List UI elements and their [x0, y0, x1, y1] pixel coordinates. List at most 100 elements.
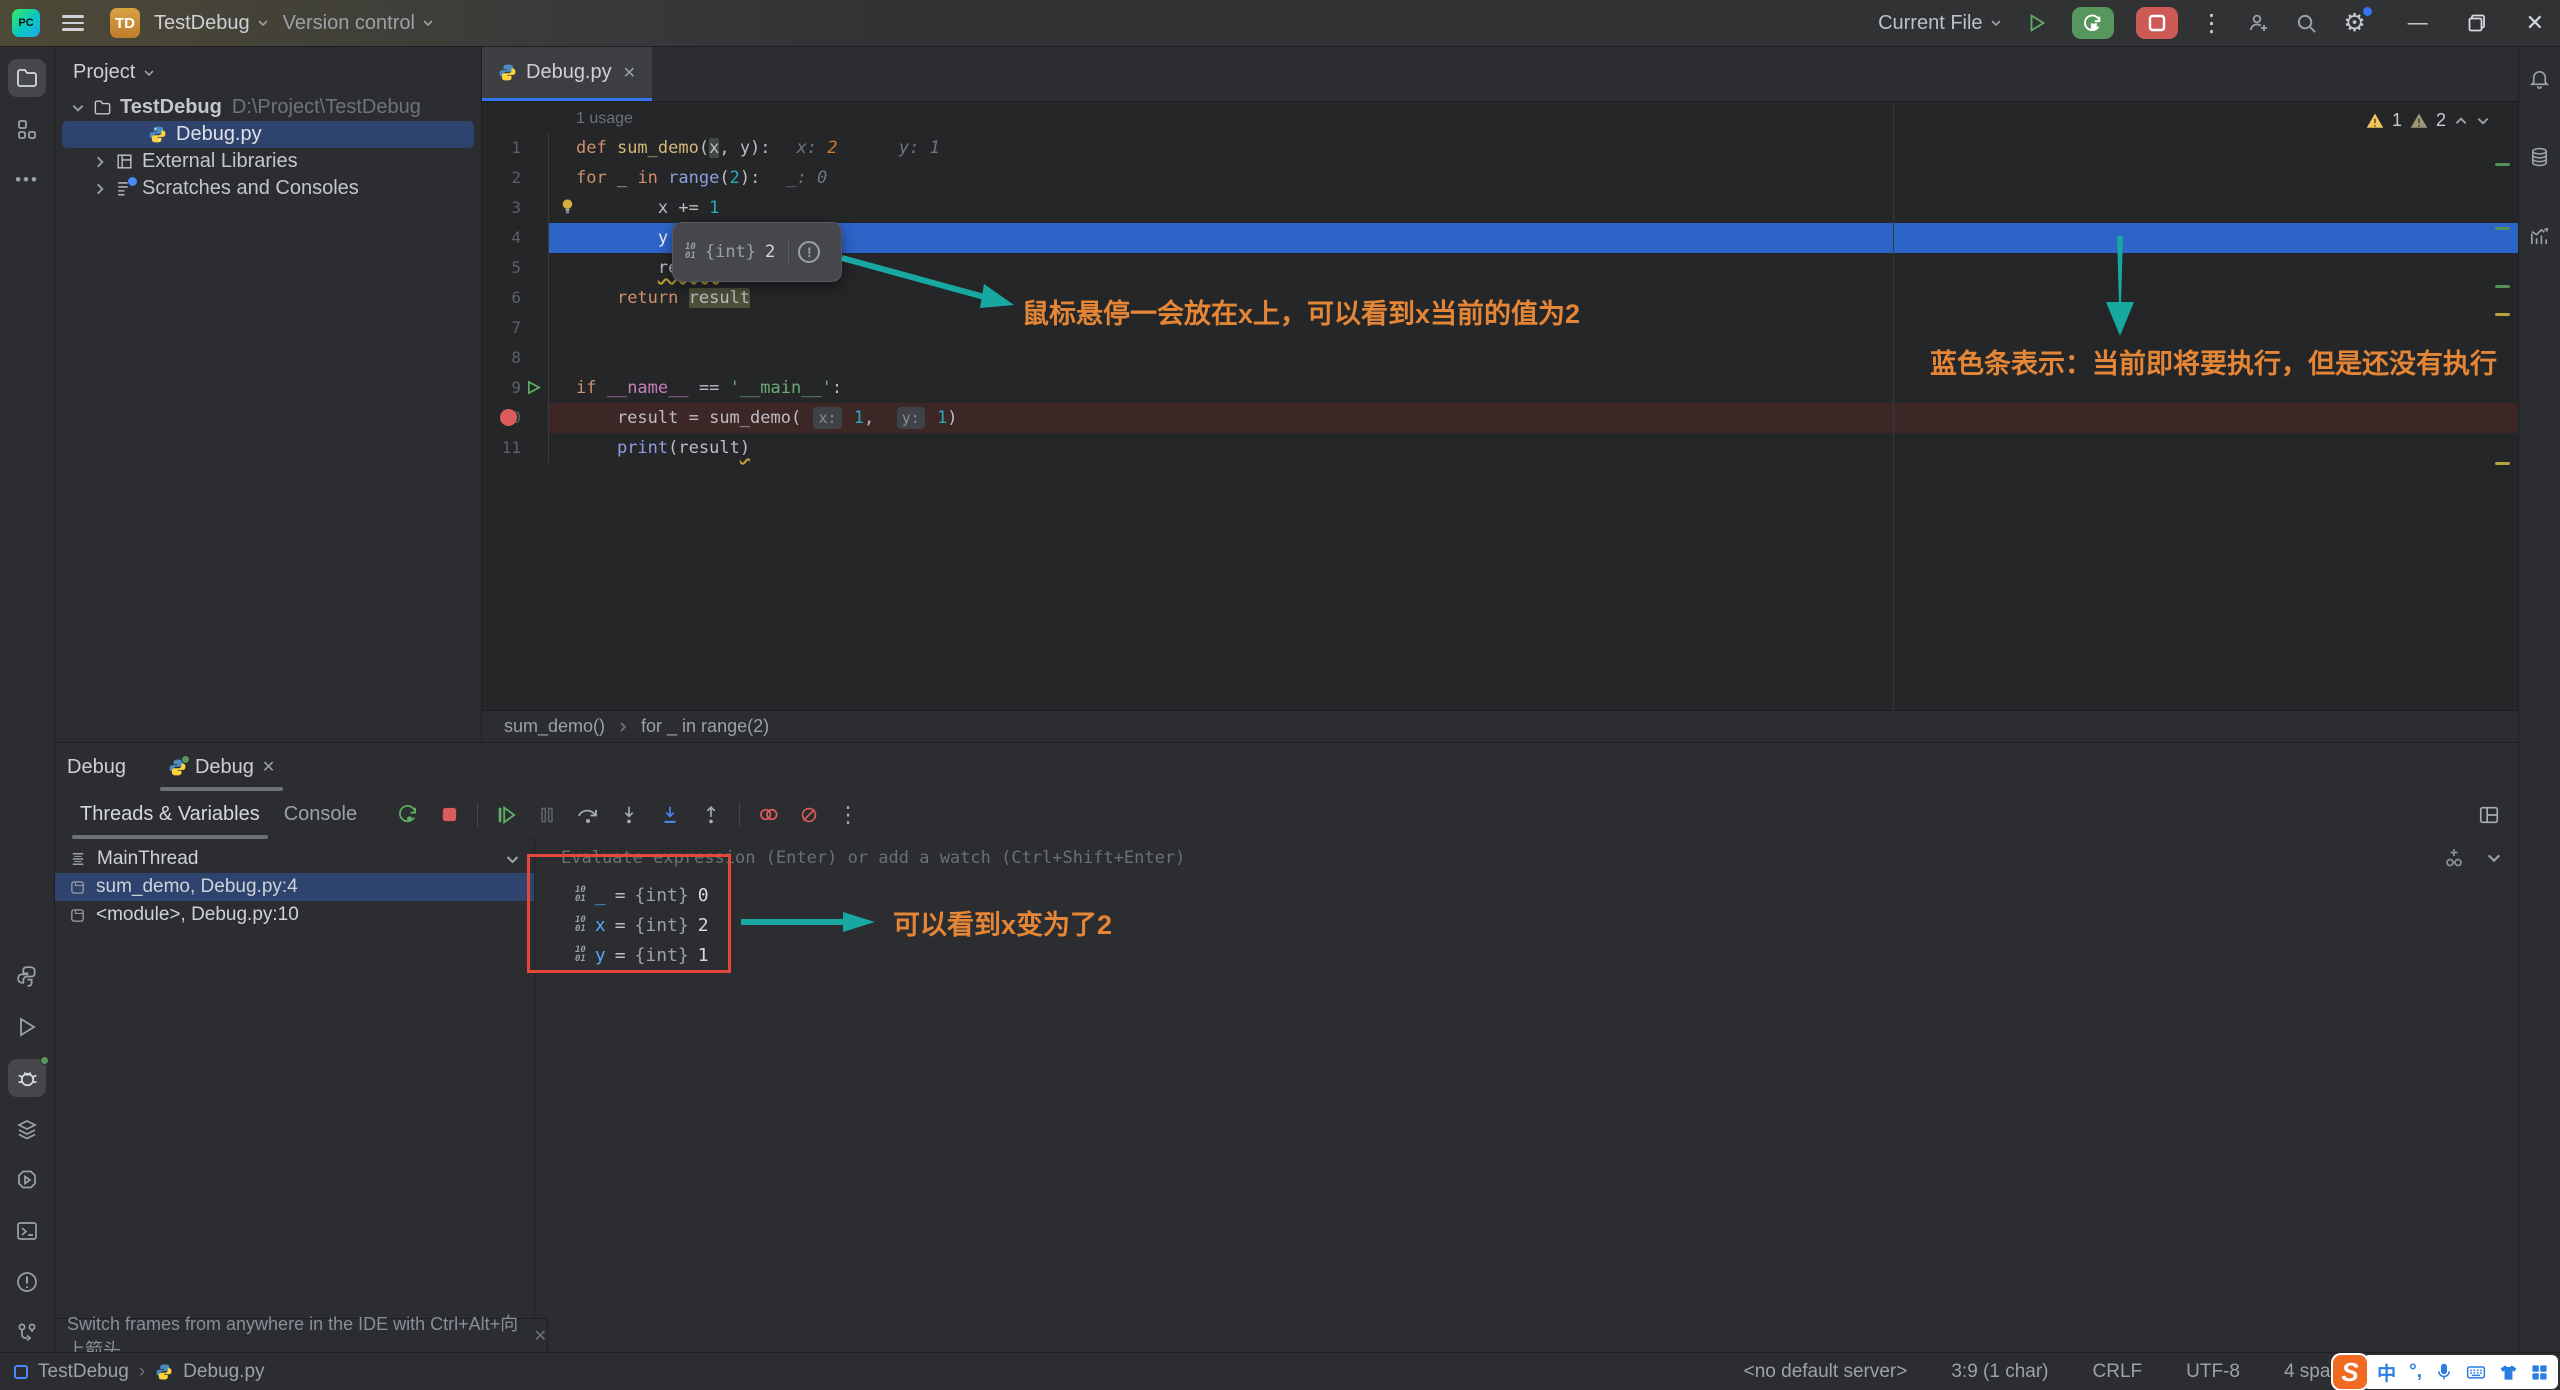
more-tool-windows-icon[interactable]: ••• — [8, 161, 46, 199]
notifications-bell-icon[interactable] — [2524, 59, 2556, 97]
line-separator-widget[interactable]: CRLF — [2093, 1361, 2143, 1383]
code-line-7[interactable]: 7 — [482, 313, 2518, 343]
ime-language-icon[interactable]: 中 — [2377, 1359, 2396, 1386]
code-line-8[interactable]: 8 — [482, 343, 2518, 373]
ime-mic-icon[interactable] — [2435, 1363, 2453, 1381]
ime-punctuation-icon[interactable]: °, — [2409, 1361, 2422, 1383]
project-panel-title[interactable]: Project — [73, 61, 135, 84]
breadcrumb-function[interactable]: sum_demo() — [504, 716, 605, 737]
main-menu-icon[interactable] — [62, 15, 84, 31]
project-tool-icon[interactable] — [8, 59, 46, 97]
code-line-1[interactable]: 1 def sum_demo(x, y): x: 2 y: 1 — [482, 133, 2518, 163]
debug-more-kebab-icon[interactable]: ⋮ — [837, 802, 859, 828]
stop-button[interactable] — [2135, 7, 2178, 39]
status-crumb-root[interactable]: TestDebug — [38, 1361, 129, 1383]
rerun-debugger-icon[interactable] — [395, 802, 421, 828]
code-line-10[interactable]: 10 result = sum_demo( x: 1, y: 1) — [482, 403, 2518, 433]
chevron-down-icon[interactable] — [2486, 850, 2502, 866]
git-tool-icon[interactable] — [8, 1314, 46, 1352]
gutter-line-1[interactable]: 1 — [482, 133, 549, 163]
thread-row[interactable]: MainThread — [55, 845, 534, 873]
default-server-widget[interactable]: <no default server> — [1744, 1361, 1908, 1383]
profiler-tool-icon[interactable] — [8, 1161, 46, 1199]
problems-tool-icon[interactable] — [8, 1263, 46, 1301]
debugger-value-tooltip[interactable]: 10 01 {int} 2 ! — [672, 222, 842, 282]
window-maximize-button[interactable] — [2468, 14, 2486, 32]
intention-bulb-icon[interactable] — [558, 197, 577, 216]
gutter-line-11[interactable]: 11 — [482, 433, 549, 463]
resume-program-icon[interactable] — [493, 802, 519, 828]
sciview-plots-icon[interactable] — [2524, 217, 2556, 255]
session-close-icon[interactable]: ✕ — [262, 757, 275, 777]
encoding-widget[interactable]: UTF-8 — [2186, 1361, 2240, 1383]
layout-settings-icon[interactable] — [2478, 804, 2500, 826]
gutter-line-2[interactable]: 2 — [482, 163, 549, 193]
rerun-debug-button[interactable] — [2071, 7, 2114, 39]
code-line-6[interactable]: 6 return result — [482, 283, 2518, 313]
window-close-button[interactable]: ✕ — [2526, 10, 2544, 36]
tree-item-external-libraries[interactable]: External Libraries — [55, 148, 481, 175]
search-everywhere-icon[interactable] — [2294, 10, 2320, 36]
gutter-line-5[interactable]: 5 — [482, 253, 549, 283]
project-badge[interactable]: TD — [110, 8, 140, 38]
evaluate-expression-field[interactable]: Evaluate expression (Enter) or add a wat… — [535, 839, 2518, 876]
debug-window-title[interactable]: Debug — [67, 756, 126, 779]
debug-session-tab[interactable]: Debug ✕ — [154, 743, 289, 791]
ime-keyboard-icon[interactable] — [2466, 1362, 2486, 1382]
tip-close-icon[interactable]: ✕ — [534, 1326, 547, 1346]
stop-debugger-icon[interactable] — [436, 802, 462, 828]
code-line-9[interactable]: 9 if __name__ == '__main__': — [482, 373, 2518, 403]
run-gutter-icon[interactable] — [526, 380, 541, 395]
tree-item-scratches[interactable]: Scratches and Consoles — [55, 175, 481, 202]
ime-toolbox-icon[interactable] — [2531, 1364, 2548, 1381]
binary-view-icon[interactable]: 10 01 — [685, 243, 696, 261]
tab-console[interactable]: Console — [272, 791, 369, 839]
gutter-line-6[interactable]: 6 — [482, 283, 549, 313]
code-line-2[interactable]: 2 for _ in range(2): _: 0 — [482, 163, 2518, 193]
vcs-widget[interactable]: Version control — [283, 12, 434, 35]
tab-debug-py[interactable]: Debug.py ✕ — [482, 47, 653, 101]
step-out-icon[interactable] — [698, 802, 724, 828]
gutter-line-8[interactable]: 8 — [482, 343, 549, 373]
variable-row[interactable]: 10 01 y = {int} 1 — [535, 940, 2518, 970]
ime-skin-icon[interactable] — [2499, 1363, 2518, 1382]
stack-frame-row[interactable]: <module>, Debug.py:10 — [55, 901, 534, 929]
inline-info-icon[interactable]: ! — [798, 241, 821, 263]
run-configuration-select[interactable]: Current File — [1878, 12, 2001, 35]
view-breakpoints-icon[interactable] — [755, 802, 781, 828]
debug-tool-icon[interactable] — [8, 1056, 49, 1097]
project-switcher[interactable]: TestDebug — [154, 12, 269, 35]
sogou-logo-icon[interactable]: S — [2331, 1353, 2370, 1390]
caret-position-widget[interactable]: 3:9 (1 char) — [1951, 1361, 2048, 1383]
force-step-into-icon[interactable] — [657, 802, 683, 828]
status-crumb-file[interactable]: Debug.py — [183, 1361, 264, 1383]
run-tool-icon[interactable] — [8, 1008, 46, 1046]
gutter-line-10[interactable]: 10 — [482, 403, 549, 433]
gutter-line-3[interactable]: 3 — [482, 193, 549, 223]
code-editor[interactable]: 1 usage 1 def sum_demo(x, y): x: 2 y: 1 2 fo… — [482, 102, 2518, 710]
add-watch-icon[interactable] — [2442, 846, 2466, 870]
stack-frame-row[interactable]: sum_demo, Debug.py:4 — [55, 873, 534, 901]
tree-item-root[interactable]: TestDebug D:\Project\TestDebug — [55, 94, 481, 121]
code-line-11[interactable]: 11 print(result) — [482, 433, 2518, 463]
terminal-tool-icon[interactable] — [8, 1212, 46, 1250]
step-into-icon[interactable] — [616, 802, 642, 828]
services-tool-icon[interactable] — [8, 1110, 46, 1148]
gutter-line-9[interactable]: 9 — [482, 373, 549, 403]
gutter-line-4[interactable]: 4 — [482, 223, 549, 253]
more-actions-kebab-icon[interactable]: ⋮ — [2200, 9, 2224, 38]
tab-close-icon[interactable]: ✕ — [623, 63, 636, 83]
breakpoint-icon[interactable] — [500, 409, 517, 426]
variable-row[interactable]: 10 01 x = {int} 2 — [535, 910, 2518, 940]
database-tool-icon[interactable] — [2524, 138, 2556, 176]
run-button[interactable] — [2024, 10, 2050, 36]
tree-item-file-selected[interactable]: Debug.py — [62, 121, 474, 148]
mute-breakpoints-icon[interactable] — [796, 802, 822, 828]
structure-tool-icon[interactable] — [8, 110, 46, 148]
code-with-me-icon[interactable] — [2246, 10, 2272, 36]
step-over-icon[interactable] — [575, 802, 601, 828]
tab-threads-variables[interactable]: Threads & Variables — [68, 791, 272, 839]
inspections-widget[interactable]: 1 2 — [2366, 110, 2490, 131]
window-minimize-button[interactable]: — — [2408, 12, 2428, 35]
usage-inlay[interactable]: 1 usage — [482, 102, 2518, 133]
